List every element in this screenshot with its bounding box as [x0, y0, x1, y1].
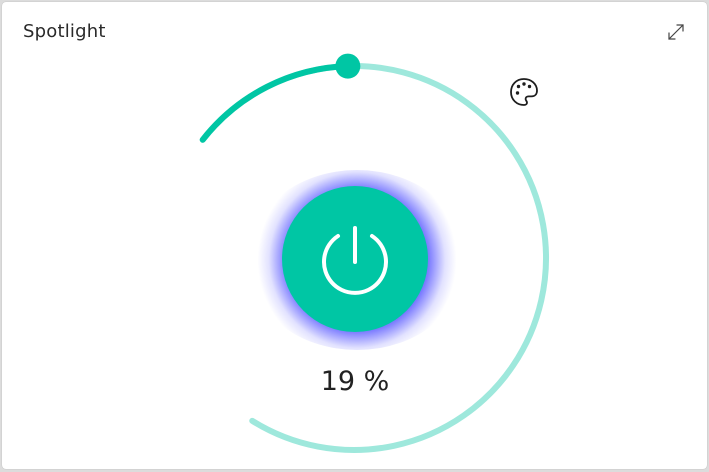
spotlight-card: Spotlight 19 %	[2, 2, 707, 469]
power-button[interactable]	[282, 186, 428, 332]
brightness-value: 19 %	[320, 366, 390, 397]
power-icon	[322, 226, 388, 295]
brightness-level-arc	[199, 63, 351, 143]
brightness-slider-handle[interactable]	[335, 53, 361, 79]
